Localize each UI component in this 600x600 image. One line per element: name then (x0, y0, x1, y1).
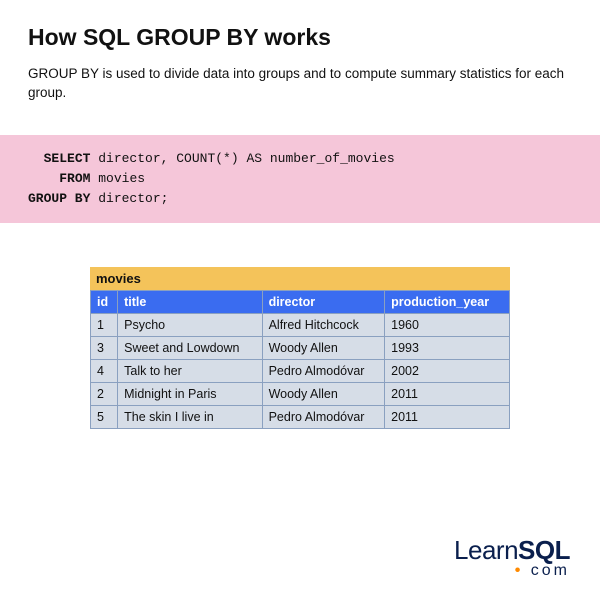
cell: Pedro Almodóvar (262, 406, 385, 429)
cell: Alfred Hitchcock (262, 314, 385, 337)
cell: Midnight in Paris (118, 383, 262, 406)
movies-table: id title director production_year 1 Psyc… (90, 290, 510, 429)
col-director: director (262, 291, 385, 314)
cell: Woody Allen (262, 337, 385, 360)
table-row: 3 Sweet and Lowdown Woody Allen 1993 (91, 337, 510, 360)
keyword-groupby: GROUP BY (28, 191, 90, 206)
col-title: title (118, 291, 262, 314)
table-header-row: id title director production_year (91, 291, 510, 314)
movies-table-container: movies id title director production_year… (90, 267, 510, 429)
intro-description: GROUP BY is used to divide data into gro… (28, 65, 572, 103)
table-row: 5 The skin I live in Pedro Almodóvar 201… (91, 406, 510, 429)
cell: 2011 (385, 383, 510, 406)
cell: 2011 (385, 406, 510, 429)
cell: Talk to her (118, 360, 262, 383)
cell: 5 (91, 406, 118, 429)
cell: 1993 (385, 337, 510, 360)
cell: Woody Allen (262, 383, 385, 406)
cell: The skin I live in (118, 406, 262, 429)
cell: 2 (91, 383, 118, 406)
keyword-from: FROM (59, 171, 90, 186)
keyword-select: SELECT (44, 151, 91, 166)
table-row: 4 Talk to her Pedro Almodóvar 2002 (91, 360, 510, 383)
cell: Psycho (118, 314, 262, 337)
code-select-rest: director, COUNT(*) AS number_of_movies (90, 151, 394, 166)
table-name-header: movies (90, 267, 510, 290)
code-from-rest: movies (90, 171, 145, 186)
table-row: 2 Midnight in Paris Woody Allen 2011 (91, 383, 510, 406)
cell: Pedro Almodóvar (262, 360, 385, 383)
cell: 4 (91, 360, 118, 383)
col-id: id (91, 291, 118, 314)
cell: 1 (91, 314, 118, 337)
col-production-year: production_year (385, 291, 510, 314)
code-groupby-rest: director; (90, 191, 168, 206)
cell: 2002 (385, 360, 510, 383)
sql-code-block: SELECT director, COUNT(*) AS number_of_m… (0, 135, 600, 223)
cell: Sweet and Lowdown (118, 337, 262, 360)
learnsql-logo: LearnSQL • com (454, 535, 570, 580)
cell: 3 (91, 337, 118, 360)
page-title: How SQL GROUP BY works (28, 24, 572, 51)
table-row: 1 Psycho Alfred Hitchcock 1960 (91, 314, 510, 337)
cell: 1960 (385, 314, 510, 337)
